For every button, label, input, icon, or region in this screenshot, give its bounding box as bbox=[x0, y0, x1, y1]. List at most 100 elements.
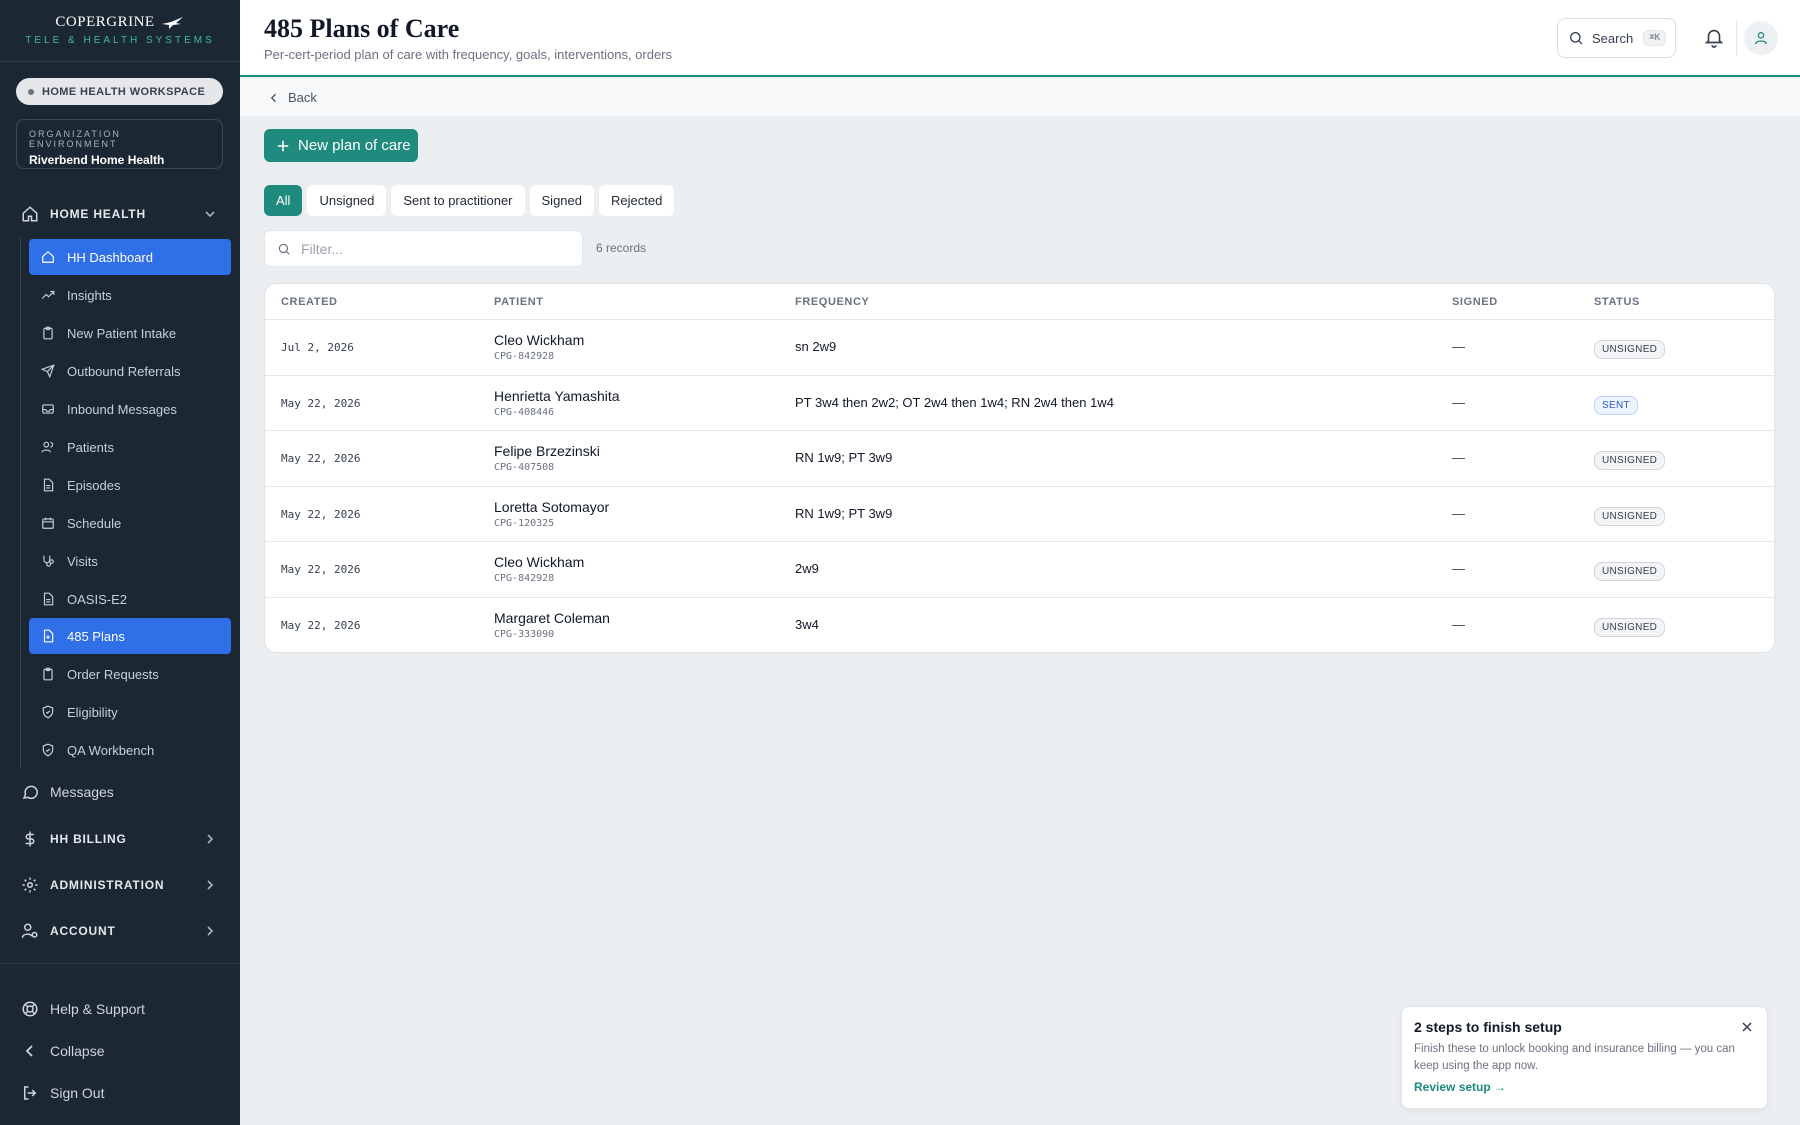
signed-value: — bbox=[1452, 505, 1465, 521]
brand-tagline: TELE & HEALTH SYSTEMS bbox=[25, 35, 215, 46]
nav-item-label: Sign Out bbox=[50, 1085, 105, 1101]
search-icon bbox=[1570, 32, 1583, 45]
workspace-switcher[interactable]: HOME HEALTH WORKSPACE bbox=[16, 78, 223, 105]
sidebar-item-visits[interactable]: Visits bbox=[29, 543, 231, 579]
table-row[interactable]: May 22, 2026 Cleo Wickham CPG-842928 2w9… bbox=[265, 542, 1774, 598]
new-plan-of-care-button[interactable]: New plan of care bbox=[264, 129, 418, 162]
nav-item-help-support[interactable]: Help & Support bbox=[0, 989, 240, 1029]
sidebar-item-hh-dashboard[interactable]: HH Dashboard bbox=[29, 239, 231, 275]
user-gear-icon bbox=[20, 921, 40, 941]
review-setup-link[interactable]: Review setup → bbox=[1414, 1080, 1755, 1094]
patient-id: CPG-120325 bbox=[494, 517, 555, 529]
trend-icon bbox=[41, 288, 55, 302]
status-badge: SENT bbox=[1594, 395, 1638, 415]
patient-id: CPG-842928 bbox=[494, 573, 555, 584]
frequency: sn 2w9 bbox=[795, 339, 837, 354]
bell-icon[interactable] bbox=[1703, 26, 1725, 48]
send-icon bbox=[41, 364, 55, 378]
patient-cell: Cleo Wickham CPG-842928 bbox=[494, 332, 584, 362]
back-link[interactable]: Back bbox=[240, 79, 1800, 116]
search-label: Search bbox=[1592, 30, 1634, 46]
nav-section-home-health[interactable]: HOME HEALTH bbox=[0, 194, 240, 234]
back-label: Back bbox=[288, 90, 317, 105]
sidebar-footer bbox=[0, 963, 240, 964]
chevron-right-icon bbox=[207, 926, 214, 936]
patient-name: Felipe Brzezinski bbox=[494, 443, 600, 459]
sidebar-item-label: Inbound Messages bbox=[67, 401, 177, 417]
sidebar-item-485-plans[interactable]: 485 Plans bbox=[29, 618, 231, 654]
sidebar-item-oasis-e2[interactable]: OASIS-E2 bbox=[29, 581, 231, 617]
filter-input[interactable] bbox=[301, 240, 551, 257]
sidebar-item-outbound-referrals[interactable]: Outbound Referrals bbox=[29, 353, 231, 389]
sidebar-item-patients[interactable]: Patients bbox=[29, 429, 231, 465]
nav-section-administration[interactable]: ADMINISTRATION bbox=[0, 865, 240, 905]
plans-table: CREATED PATIENT FREQUENCY SIGNED STATUS … bbox=[264, 283, 1775, 653]
plus-icon bbox=[277, 140, 289, 151]
tab-rejected[interactable]: Rejected bbox=[599, 185, 675, 216]
tab-unsigned[interactable]: Unsigned bbox=[307, 185, 387, 216]
tab-all[interactable]: All bbox=[264, 185, 303, 216]
search-icon bbox=[278, 243, 290, 255]
new-button-label: New plan of care bbox=[298, 137, 411, 154]
tab-signed[interactable]: Signed bbox=[529, 185, 594, 216]
shield-icon bbox=[41, 705, 55, 719]
sidebar: COPERGRINE TELE & HEALTH SYSTEMS HOME HE… bbox=[0, 0, 240, 1125]
global-search-button[interactable]: Search ⌘K bbox=[1557, 18, 1676, 58]
nav-section-label: ACCOUNT bbox=[50, 924, 116, 938]
brand-logo[interactable]: COPERGRINE TELE & HEALTH SYSTEMS bbox=[0, 0, 240, 62]
nav-item-label: Collapse bbox=[50, 1043, 105, 1059]
column-header-frequency[interactable]: FREQUENCY bbox=[795, 296, 869, 308]
sidebar-item-insights[interactable]: Insights bbox=[29, 277, 231, 313]
table-row[interactable]: May 22, 2026 Felipe Brzezinski CPG-40750… bbox=[265, 431, 1774, 487]
nav-section-account[interactable]: ACCOUNT bbox=[0, 911, 240, 951]
collapse-sidebar-button[interactable]: Collapse bbox=[0, 1031, 240, 1071]
dollar-icon bbox=[20, 829, 40, 849]
sidebar-item-qa-workbench[interactable]: QA Workbench bbox=[29, 732, 231, 768]
organization-selector[interactable]: ORGANIZATION ENVIRONMENT Riverbend Home … bbox=[16, 119, 223, 169]
status-badge: UNSIGNED bbox=[1594, 340, 1666, 359]
logout-icon bbox=[20, 1083, 40, 1103]
patient-cell: Felipe Brzezinski CPG-407508 bbox=[494, 443, 600, 473]
table-row[interactable]: May 22, 2026 Margaret Coleman CPG-333090… bbox=[265, 598, 1774, 653]
created-date: Jul 2, 2026 bbox=[281, 341, 354, 354]
column-header-signed[interactable]: SIGNED bbox=[1452, 296, 1498, 308]
user-avatar-button[interactable] bbox=[1744, 21, 1778, 55]
falcon-logo-icon bbox=[161, 16, 183, 29]
close-icon[interactable] bbox=[1741, 1021, 1753, 1033]
status-cell: SENT bbox=[1594, 395, 1638, 415]
status-cell: UNSIGNED bbox=[1594, 617, 1666, 637]
status-cell: UNSIGNED bbox=[1594, 561, 1666, 581]
sidebar-item-label: QA Workbench bbox=[67, 742, 155, 758]
table-row[interactable]: Jul 2, 2026 Cleo Wickham CPG-842928 sn 2… bbox=[265, 320, 1774, 376]
column-header-created[interactable]: CREATED bbox=[281, 296, 338, 308]
patient-cell: Henrietta Yamashita CPG-408446 bbox=[494, 388, 620, 418]
status-badge: UNSIGNED bbox=[1594, 506, 1666, 526]
column-header-patient[interactable]: PATIENT bbox=[494, 296, 544, 308]
home-icon bbox=[41, 250, 55, 264]
chat-bubble-icon bbox=[20, 782, 40, 802]
sidebar-item-inbound-messages[interactable]: Inbound Messages bbox=[29, 391, 231, 427]
workspace-dot-icon bbox=[28, 88, 34, 95]
sidebar-item-episodes[interactable]: Episodes bbox=[29, 467, 231, 503]
sidebar-item-order-requests[interactable]: Order Requests bbox=[29, 656, 231, 692]
table-row[interactable]: May 22, 2026 Henrietta Yamashita CPG-408… bbox=[265, 376, 1774, 431]
patient-id: CPG-842928 bbox=[494, 351, 555, 362]
nav-item-messages[interactable]: Messages bbox=[0, 772, 240, 812]
file-icon bbox=[41, 592, 55, 606]
sign-out-button[interactable]: Sign Out bbox=[0, 1073, 240, 1113]
nav-section-label: HOME HEALTH bbox=[50, 207, 146, 221]
sidebar-item-label: Visits bbox=[67, 553, 98, 569]
tab-sent-to-practitioner[interactable]: Sent to practitioner bbox=[391, 185, 525, 216]
sidebar-item-label: Insights bbox=[67, 287, 112, 303]
sidebar-item-new-patient-intake[interactable]: New Patient Intake bbox=[29, 315, 231, 351]
column-header-status[interactable]: STATUS bbox=[1594, 296, 1640, 308]
sidebar-item-eligibility[interactable]: Eligibility bbox=[29, 694, 231, 730]
nav-section-hh-billing[interactable]: HH BILLING bbox=[0, 819, 240, 859]
toast-title: 2 steps to finish setup bbox=[1414, 1019, 1562, 1035]
signed-value: — bbox=[1452, 561, 1465, 576]
sidebar-item-schedule[interactable]: Schedule bbox=[29, 505, 231, 541]
chevron-right-icon bbox=[207, 880, 214, 890]
records-count: 6 records bbox=[596, 241, 647, 255]
table-row[interactable]: May 22, 2026 Loretta Sotomayor CPG-12032… bbox=[265, 487, 1774, 542]
org-label: ORGANIZATION ENVIRONMENT bbox=[29, 129, 121, 149]
